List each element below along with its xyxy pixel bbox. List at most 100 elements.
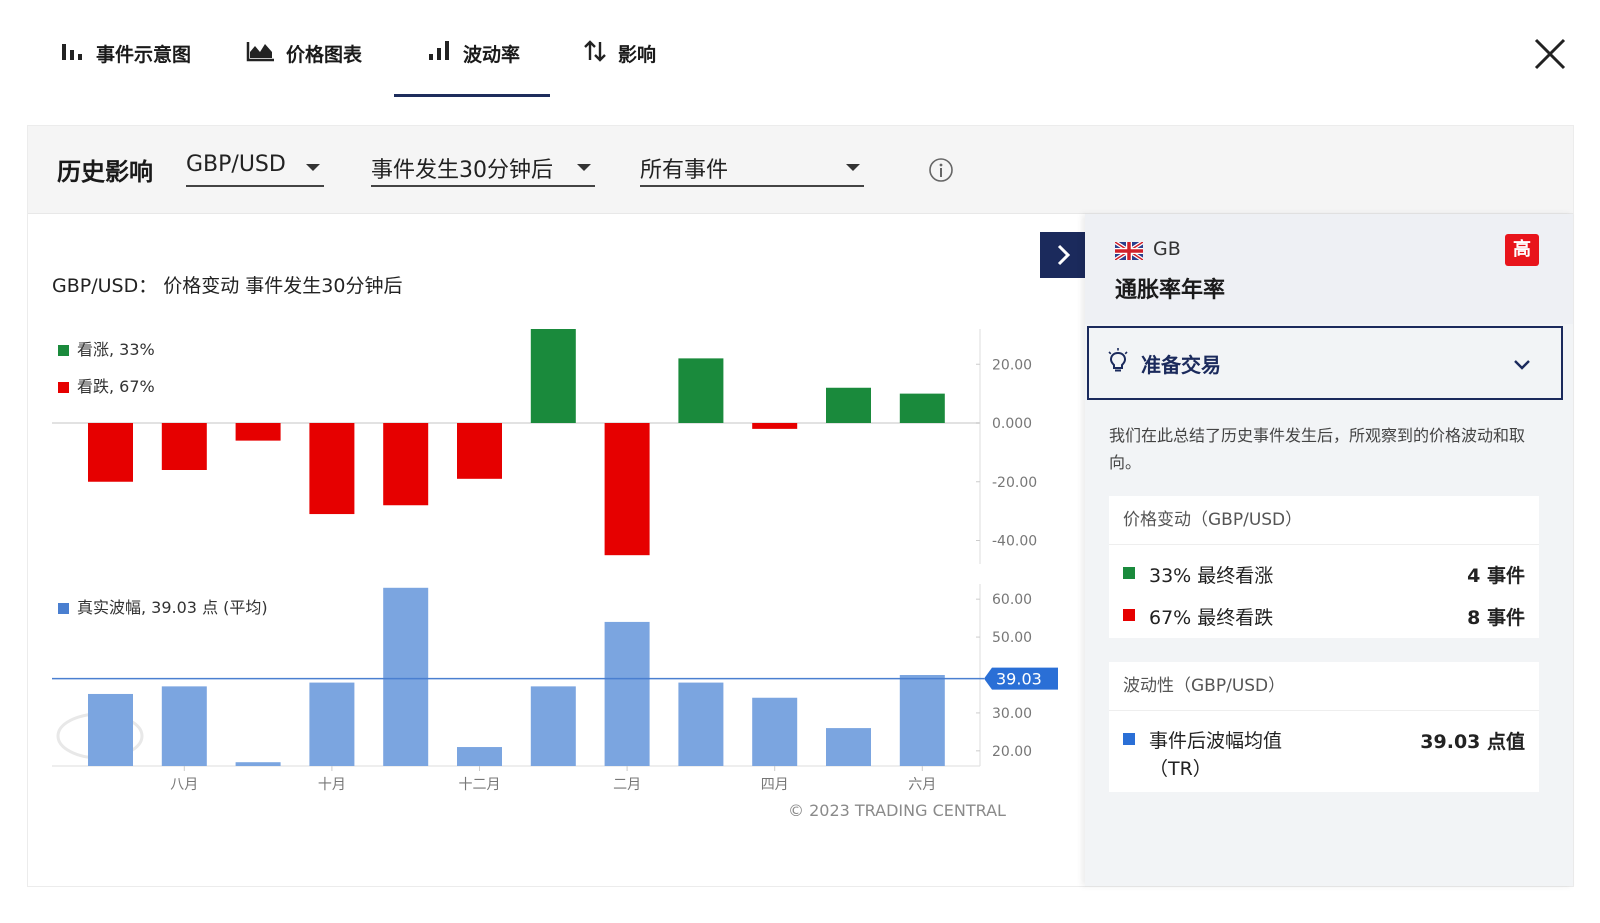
historical-impact-panel: 历史影响 GBP/USD 事件发生30分钟后 所有事件 GBP/USD： 价格变…: [27, 125, 1574, 887]
card-title: 波动性（GBP/USD）: [1109, 662, 1539, 711]
y-tick-label: 0.000: [992, 416, 1032, 432]
price-change-bar: [309, 423, 355, 515]
volatility-bar: [457, 747, 502, 766]
price-change-bar: [899, 393, 945, 423]
volatility-bar: [88, 693, 133, 766]
events-select-value: 所有事件: [640, 158, 729, 183]
tab-bar: 事件示意图 价格图表 波动率 影响: [0, 0, 1600, 100]
tab-impact[interactable]: 影响: [582, 40, 656, 96]
x-tick-label: 八月: [170, 777, 198, 793]
bullish-label: 33% 最终看涨: [1149, 565, 1274, 587]
tab-event-chart[interactable]: 事件示意图: [60, 40, 191, 96]
price-change-bar: [88, 423, 133, 482]
y-tick-label: 50.00: [992, 630, 1032, 646]
volatility-bar: [752, 697, 798, 766]
timeframe-select-value: 事件发生30分钟后: [371, 158, 553, 183]
volatility-bar: [604, 621, 650, 766]
avg-volatility-label: 事件后波幅均值 （TR）: [1149, 727, 1282, 783]
y-tick-label: 30.00: [992, 706, 1032, 722]
volatility-bar: [530, 686, 576, 766]
up-down-arrows-icon: [584, 40, 606, 62]
card-title: 价格变动（GBP/USD）: [1109, 496, 1539, 545]
info-icon[interactable]: [928, 157, 954, 183]
caret-down-icon: [577, 164, 591, 171]
average-value-label: 39.03: [996, 670, 1042, 689]
volatility-swatch: [1123, 733, 1135, 745]
caret-down-icon: [846, 164, 860, 171]
summary-description: 我们在此总结了历史事件发生后，所观察到的价格波动和取向。: [1109, 426, 1526, 472]
bullish-swatch: [1123, 567, 1135, 579]
close-icon[interactable]: [1532, 36, 1568, 72]
avg-volatility-label-line2: （TR）: [1149, 758, 1212, 780]
legend-bullish: 看涨, 33%: [77, 340, 155, 359]
price-change-bar: [678, 358, 724, 423]
volatility-bar: [161, 686, 207, 766]
tab-label: 波动率: [463, 44, 521, 66]
volatility-bar: [383, 587, 429, 766]
legend-swatch-volatility: [58, 603, 69, 614]
pair-select-value: GBP/USD: [186, 152, 286, 177]
timeframe-select[interactable]: 事件发生30分钟后: [371, 152, 595, 187]
price-change-bar: [457, 423, 502, 479]
events-select[interactable]: 所有事件: [640, 152, 864, 187]
price-change-card: 价格变动（GBP/USD） 33% 最终看涨 4 事件 67% 最终看跌 8 事…: [1109, 496, 1539, 638]
chevron-right-icon[interactable]: [1040, 232, 1086, 278]
volatility-bar: [899, 675, 945, 766]
bar-chart-icon: [429, 41, 449, 60]
x-tick-label: 二月: [613, 777, 641, 793]
impact-badge: 高: [1505, 234, 1539, 266]
price-change-bar: [235, 423, 281, 441]
volatility-bar: [826, 728, 871, 766]
y-tick-label: -40.00: [992, 534, 1037, 550]
x-tick-label: 六月: [908, 777, 936, 793]
price-change-bar: [383, 423, 429, 506]
volatility-card: 波动性（GBP/USD） 事件后波幅均值 （TR） 39.03 点值: [1109, 662, 1539, 792]
tab-label: 价格图表: [286, 44, 363, 66]
x-tick-label: 四月: [761, 777, 789, 793]
caret-down-icon: [306, 164, 320, 171]
legend-bearish: 看跌, 67%: [77, 377, 155, 396]
accordion-label: 准备交易: [1141, 353, 1221, 377]
bearish-count: 8 事件: [1467, 607, 1525, 629]
pair-select[interactable]: GBP/USD: [186, 152, 324, 187]
bullish-count: 4 事件: [1467, 565, 1525, 587]
prepare-trade-accordion[interactable]: 准备交易: [1087, 326, 1563, 400]
tab-price-chart[interactable]: 价格图表: [246, 40, 362, 96]
bearish-swatch: [1123, 609, 1135, 621]
tab-volatility[interactable]: 波动率: [393, 40, 551, 97]
volatility-bar: [235, 762, 281, 766]
avg-volatility-label-line1: 事件后波幅均值: [1149, 730, 1283, 752]
country-code: GB: [1153, 238, 1181, 260]
x-tick-label: 十月: [318, 777, 346, 793]
legend-volatility: 真实波幅, 39.03 点 (平均): [77, 598, 268, 617]
avg-volatility-row: 事件后波幅均值 （TR） 39.03 点值: [1109, 719, 1539, 789]
x-tick-label: 十二月: [459, 777, 501, 793]
volatility-bar: [309, 682, 355, 766]
price-change-bar: [530, 329, 576, 423]
tab-label: 影响: [618, 44, 657, 66]
bearish-row: 67% 最终看跌 8 事件: [1109, 595, 1539, 637]
avg-volatility-value: 39.03 点值: [1420, 731, 1525, 753]
filter-bar: 历史影响 GBP/USD 事件发生30分钟后 所有事件: [28, 126, 1573, 214]
event-name: 通胀率年率: [1115, 278, 1226, 303]
event-header: GB 高 通胀率年率: [1085, 214, 1573, 324]
y-tick-label: 20.00: [992, 744, 1032, 760]
uk-flag-icon: [1115, 242, 1143, 260]
volatility-chart: 20.00 0.000 -20.00 -40.00 看涨, 33% 看跌, 67% 39.0…: [52, 329, 1058, 793]
event-summary-panel: GB 高 通胀率年率 准备交易 我们在此总结了历史事件发生后，所观察到的价格波动…: [1085, 214, 1573, 886]
lightbulb-icon: [1108, 348, 1128, 372]
y-tick-label: -20.00: [992, 475, 1037, 491]
y-tick-label: 60.00: [992, 592, 1032, 608]
area-chart-icon: [246, 42, 274, 62]
section-title: 历史影响: [57, 158, 153, 186]
price-change-bar: [161, 423, 207, 470]
price-change-bar: [826, 387, 871, 423]
volatility-bar: [678, 682, 724, 766]
price-change-bar: [752, 423, 798, 429]
bullish-row: 33% 最终看涨 4 事件: [1109, 553, 1539, 595]
y-tick-label: 20.00: [992, 357, 1032, 373]
price-change-bar: [604, 423, 650, 556]
chevron-down-icon: [1514, 360, 1530, 370]
bar-chart-icon: [62, 44, 82, 60]
legend-swatch-bullish: [58, 345, 69, 356]
